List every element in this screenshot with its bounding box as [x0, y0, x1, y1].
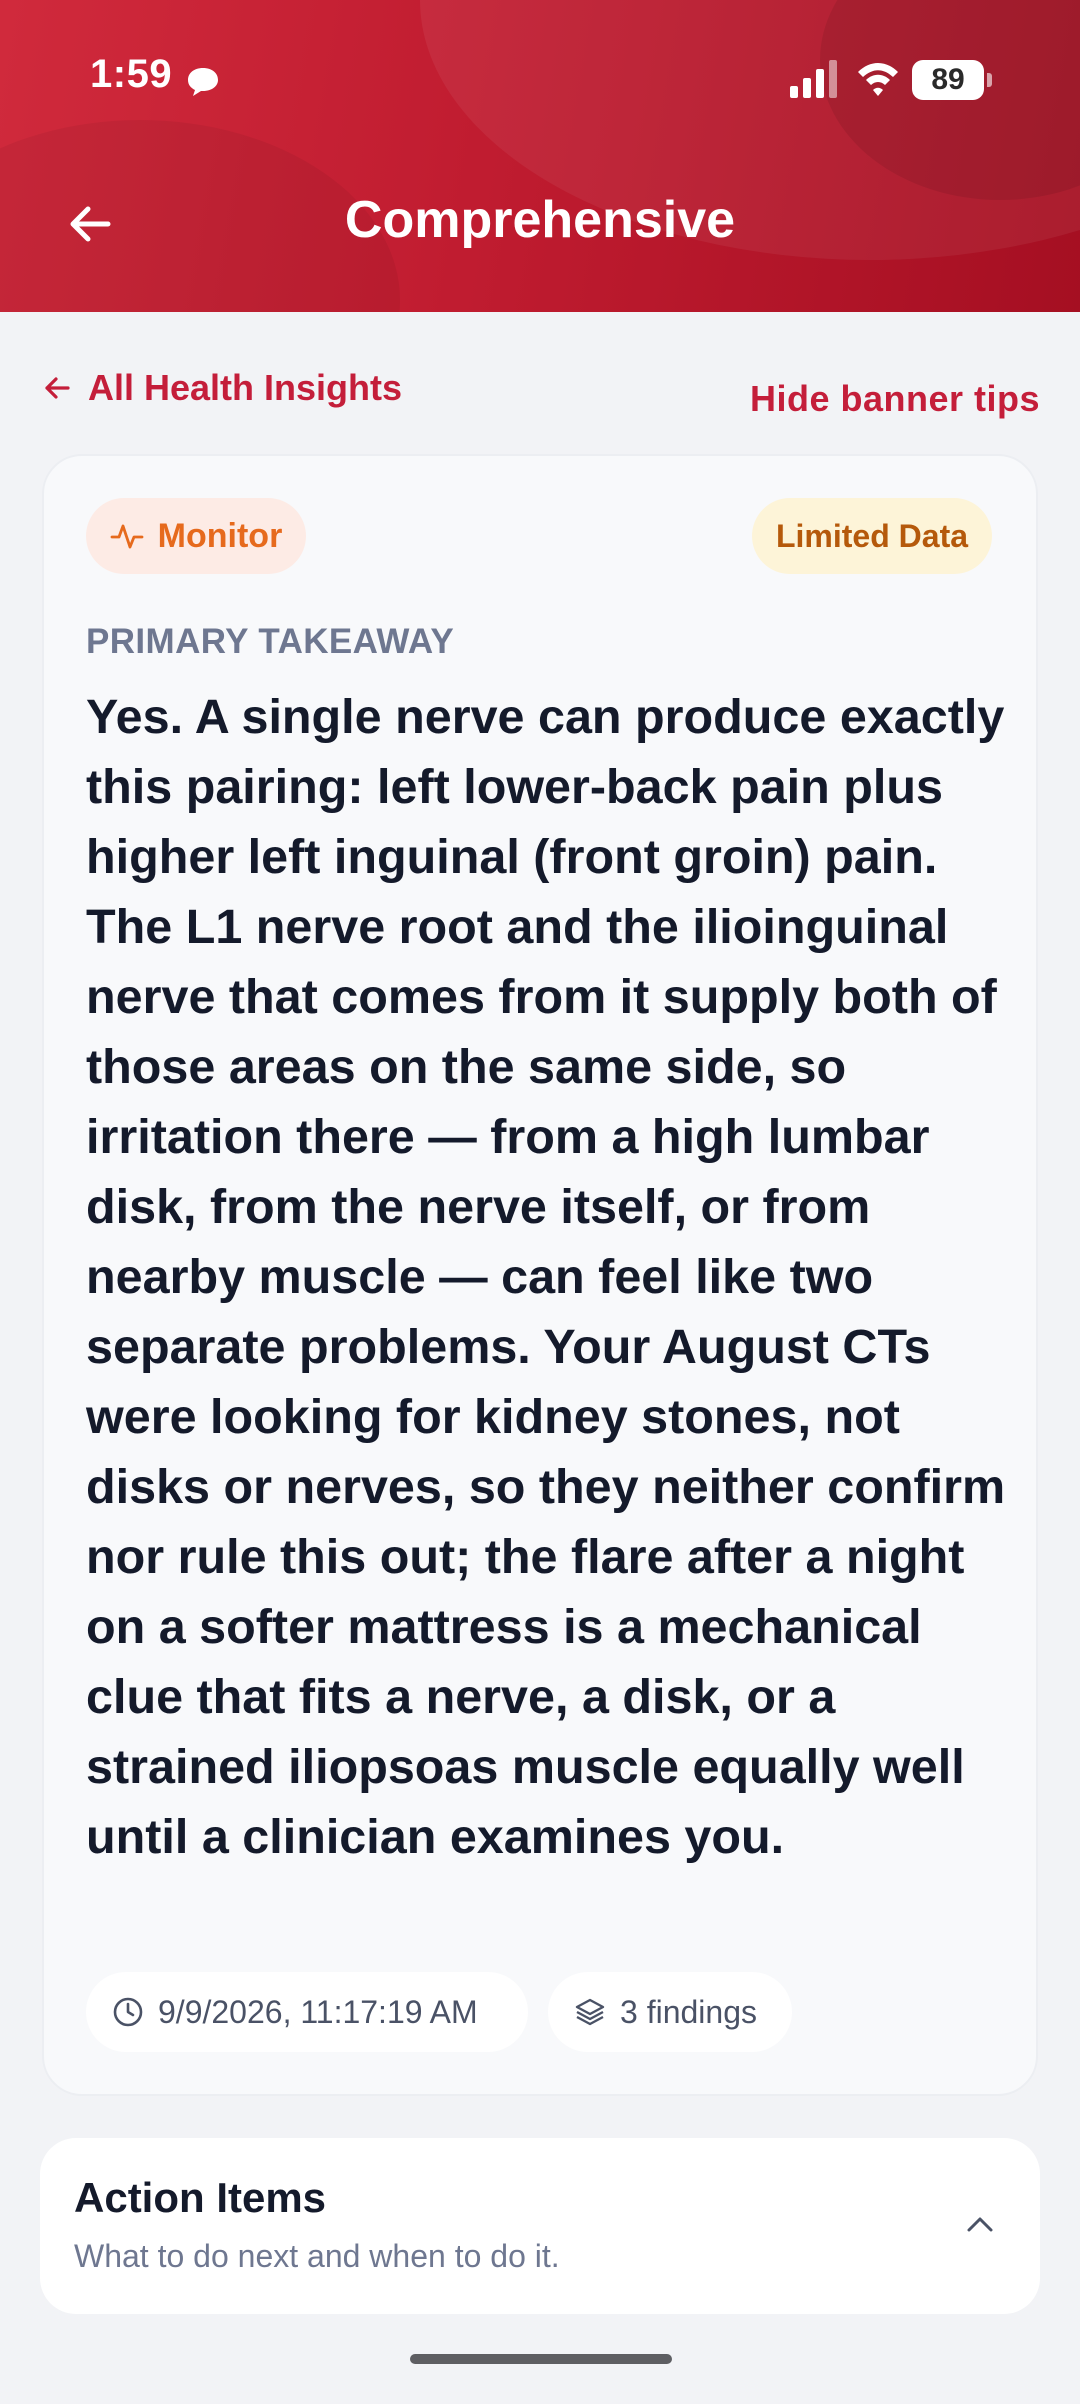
status-time: 1:59 [90, 52, 173, 96]
action-items-title: Action Items [74, 2174, 327, 2221]
section-eyebrow: PRIMARY TAKEAWAY [86, 622, 455, 661]
all-health-insights-link[interactable]: All Health Insights [42, 364, 402, 412]
status-badge-label: Monitor [157, 516, 283, 555]
arrow-left-icon [45, 377, 70, 399]
chevron-up-icon[interactable] [960, 2204, 1000, 2244]
data-quality-badge-label: Limited Data [775, 517, 969, 554]
battery-level: 89 [931, 63, 965, 96]
cellular-signal-icon [790, 60, 837, 98]
status-badge: Monitor [86, 498, 306, 574]
activity-pulse-icon [110, 524, 144, 549]
home-indicator[interactable] [410, 2354, 672, 2364]
action-items-section[interactable]: Action Items What to do next and when to… [40, 2138, 1040, 2314]
clock-icon [113, 1997, 143, 2027]
all-health-insights-label: All Health Insights [88, 367, 403, 408]
action-items-subtitle: What to do next and when to do it. [74, 2238, 560, 2274]
page-title: Comprehensive [344, 191, 736, 249]
timestamp-text: 9/9/2026, 11:17:19 AM [158, 1993, 478, 2030]
layers-icon [575, 1998, 605, 2026]
app-header: 1:59 89 Comprehensive [0, 0, 1080, 312]
chat-bubble-icon [188, 68, 218, 96]
primary-takeaway-card: Monitor Limited Data PRIMARY TAKEAWAY Ye… [42, 454, 1038, 2096]
timestamp-chip: 9/9/2026, 11:17:19 AM [86, 1972, 528, 2052]
wifi-icon [858, 63, 898, 96]
hide-banner-tips-button[interactable]: Hide banner tips [750, 378, 1040, 420]
takeaway-text: Yes. A single nerve can produce exactly … [86, 690, 1006, 1864]
findings-chip: 3 findings [548, 1972, 792, 2052]
findings-count: 3 findings [620, 1993, 757, 2030]
data-quality-badge: Limited Data [752, 498, 992, 574]
battery-indicator: 89 [912, 60, 992, 100]
